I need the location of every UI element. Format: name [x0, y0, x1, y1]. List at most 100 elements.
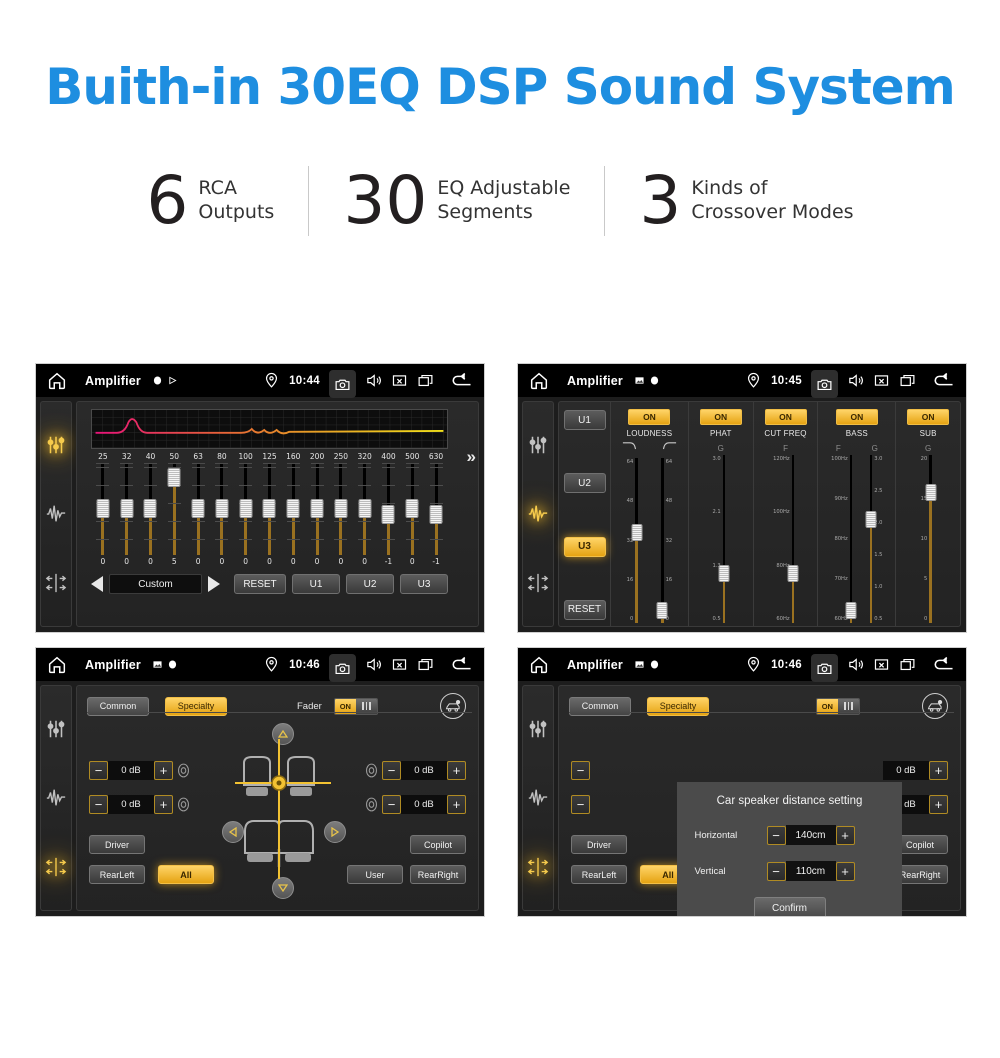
back-icon[interactable] — [932, 371, 955, 390]
eq-band-32[interactable]: 0 — [115, 463, 139, 568]
plus-button[interactable]: + — [447, 761, 466, 780]
fader-left-knob[interactable] — [845, 602, 856, 619]
minus-button[interactable]: − — [767, 826, 786, 845]
confirm-button[interactable]: Confirm — [754, 897, 826, 917]
fader-track[interactable] — [723, 455, 726, 623]
waveform-icon[interactable] — [45, 503, 67, 525]
back-icon[interactable] — [450, 371, 473, 390]
bass-on-button[interactable]: ON — [836, 409, 878, 425]
equalizer-icon[interactable] — [45, 718, 67, 740]
car-settings-icon[interactable] — [440, 693, 466, 719]
eq-band-320[interactable]: 0 — [353, 463, 377, 568]
close-icon[interactable] — [873, 372, 890, 389]
eq-track[interactable] — [149, 463, 152, 555]
equalizer-icon[interactable] — [527, 434, 549, 456]
car-settings-icon[interactable] — [922, 693, 948, 719]
back-icon[interactable] — [932, 655, 955, 674]
fader-left-track[interactable] — [635, 458, 638, 623]
preset-u1-button[interactable]: U1 — [564, 410, 606, 430]
plus-button[interactable]: + — [154, 761, 173, 780]
eq-knob[interactable] — [144, 499, 157, 518]
eq-track[interactable] — [339, 463, 342, 555]
car-seat-map[interactable] — [235, 739, 331, 879]
phat-on-button[interactable]: ON — [700, 409, 742, 425]
eq-track[interactable] — [268, 463, 271, 555]
minus-button[interactable]: − — [382, 795, 401, 814]
eq-track[interactable] — [101, 463, 104, 555]
waveform-icon[interactable] — [527, 503, 549, 525]
home-icon[interactable] — [46, 654, 68, 676]
eq-knob[interactable] — [406, 499, 419, 518]
seat-button-rearleft[interactable]: RearLeft — [89, 865, 145, 884]
eq-knob[interactable] — [263, 499, 276, 518]
minus-button[interactable]: − — [571, 761, 590, 780]
eq-band-250[interactable]: 0 — [329, 463, 353, 568]
close-icon[interactable] — [391, 372, 408, 389]
plus-button[interactable]: + — [929, 761, 948, 780]
eq-track[interactable] — [197, 463, 200, 555]
preset-u2-button[interactable]: U2 — [346, 574, 394, 594]
minus-button[interactable]: − — [89, 761, 108, 780]
eq-band-40[interactable]: 0 — [139, 463, 163, 568]
eq-knob[interactable] — [120, 499, 133, 518]
fader-track[interactable] — [792, 455, 795, 623]
sub-on-button[interactable]: ON — [907, 409, 949, 425]
plus-button[interactable]: + — [836, 826, 855, 845]
volume-icon[interactable] — [847, 372, 864, 389]
preset-name[interactable]: Custom — [109, 574, 202, 594]
seat-button-driver[interactable]: Driver — [89, 835, 145, 854]
close-icon[interactable] — [873, 656, 890, 673]
cut-freq-on-button[interactable]: ON — [765, 409, 807, 425]
recents-icon[interactable] — [899, 656, 916, 673]
eq-knob[interactable] — [334, 499, 347, 518]
camera-button[interactable] — [811, 654, 838, 682]
seat-button-driver[interactable]: Driver — [571, 835, 627, 854]
eq-track[interactable] — [363, 463, 366, 555]
waveform-icon[interactable] — [45, 787, 67, 809]
fader-right-knob[interactable] — [865, 511, 876, 528]
volume-icon[interactable] — [847, 656, 864, 673]
eq-band-200[interactable]: 0 — [305, 463, 329, 568]
fader-right-track[interactable] — [870, 455, 873, 623]
seat-button-rearleft[interactable]: RearLeft — [571, 865, 627, 884]
home-icon[interactable] — [528, 370, 550, 392]
prev-preset-button[interactable] — [91, 576, 103, 592]
preset-u3-button[interactable]: U3 — [400, 574, 448, 594]
camera-button[interactable] — [811, 370, 838, 398]
eq-band-630[interactable]: -1 — [424, 463, 448, 568]
seat-button-user[interactable]: User — [347, 865, 403, 884]
eq-track[interactable] — [173, 463, 176, 555]
eq-knob[interactable] — [96, 499, 109, 518]
camera-button[interactable] — [329, 654, 356, 682]
waveform-icon[interactable] — [527, 787, 549, 809]
eq-band-63[interactable]: 0 — [186, 463, 210, 568]
eq-track[interactable] — [387, 463, 390, 555]
eq-knob[interactable] — [311, 499, 324, 518]
eq-knob[interactable] — [430, 505, 443, 524]
preset-u1-button[interactable]: U1 — [292, 574, 340, 594]
equalizer-icon[interactable] — [527, 718, 549, 740]
eq-track[interactable] — [125, 463, 128, 555]
reset-button[interactable]: RESET — [234, 574, 286, 594]
plus-button[interactable]: + — [154, 795, 173, 814]
equalizer-icon[interactable] — [45, 434, 67, 456]
recents-icon[interactable] — [899, 372, 916, 389]
minus-button[interactable]: − — [767, 862, 786, 881]
eq-knob[interactable] — [192, 499, 205, 518]
eq-band-100[interactable]: 0 — [234, 463, 258, 568]
fader-right-knob[interactable] — [657, 602, 668, 619]
eq-band-80[interactable]: 0 — [210, 463, 234, 568]
eq-band-50[interactable]: 5 — [162, 463, 186, 568]
fader-left-knob[interactable] — [631, 524, 642, 541]
fader-knob[interactable] — [787, 565, 798, 582]
balance-icon[interactable] — [45, 572, 67, 594]
eq-knob[interactable] — [358, 499, 371, 518]
eq-knob[interactable] — [239, 499, 252, 518]
eq-knob[interactable] — [382, 505, 395, 524]
eq-knob[interactable] — [168, 468, 181, 487]
eq-band-160[interactable]: 0 — [281, 463, 305, 568]
recents-icon[interactable] — [417, 656, 434, 673]
eq-track[interactable] — [435, 463, 438, 555]
eq-track[interactable] — [244, 463, 247, 555]
volume-icon[interactable] — [365, 656, 382, 673]
